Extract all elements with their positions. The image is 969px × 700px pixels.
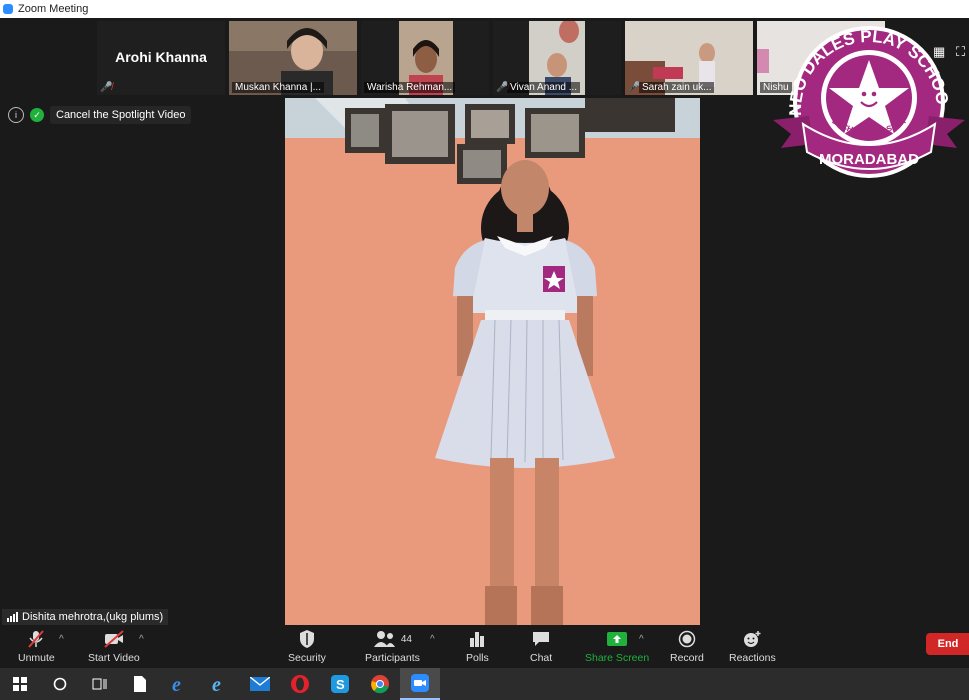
polls-label: Polls bbox=[466, 652, 489, 664]
unmute-button[interactable]: Unmute bbox=[18, 628, 55, 664]
participants-icon: 44 bbox=[373, 628, 412, 650]
participants-count: 44 bbox=[400, 633, 412, 645]
search-circle-icon[interactable] bbox=[40, 668, 80, 700]
speaker-video-frame bbox=[285, 98, 700, 625]
reactions-icon bbox=[742, 628, 762, 650]
windows-start-icon[interactable] bbox=[0, 668, 40, 700]
school-logo: NEO DALES PLAY SCHOOL EACH CHILD A STAR … bbox=[773, 24, 965, 178]
gallery-strip: Arohi Khanna 🎤̸ Muskan Khanna |... Waris… bbox=[97, 21, 885, 96]
participant-name: Arohi Khanna bbox=[115, 49, 207, 65]
muted-mic-icon bbox=[26, 628, 46, 650]
start-video-button[interactable]: Start Video bbox=[88, 628, 140, 664]
info-icon[interactable]: i bbox=[8, 107, 24, 123]
edge-legacy-icon[interactable]: e bbox=[160, 668, 200, 700]
chat-icon bbox=[531, 628, 551, 650]
windows-taskbar: e e S bbox=[0, 668, 969, 700]
audio-options-chevron-icon[interactable]: ^ bbox=[59, 634, 64, 645]
svg-text:e: e bbox=[172, 674, 181, 694]
reactions-button[interactable]: Reactions bbox=[729, 628, 776, 664]
end-meeting-button[interactable]: End bbox=[926, 633, 969, 655]
zoom-app-icon bbox=[3, 4, 13, 14]
chrome-icon[interactable] bbox=[360, 668, 400, 700]
shield-icon bbox=[298, 628, 316, 650]
participants-button[interactable]: 44 Participants bbox=[365, 628, 420, 664]
participant-tile[interactable]: Warisha Rehman... bbox=[361, 21, 489, 95]
unmute-label: Unmute bbox=[18, 652, 55, 664]
participant-tile[interactable]: Muskan Khanna |... bbox=[229, 21, 357, 95]
security-button[interactable]: Security bbox=[288, 628, 326, 664]
security-label: Security bbox=[288, 652, 326, 664]
record-button[interactable]: Record bbox=[670, 628, 704, 664]
share-screen-icon bbox=[606, 628, 628, 650]
opera-icon[interactable] bbox=[280, 668, 320, 700]
task-view-icon[interactable] bbox=[80, 668, 120, 700]
active-speaker-video bbox=[285, 98, 700, 625]
meeting-stage: Arohi Khanna 🎤̸ Muskan Khanna |... Waris… bbox=[0, 18, 969, 625]
cancel-spotlight-button[interactable]: Cancel the Spotlight Video bbox=[50, 106, 192, 124]
polls-button[interactable]: Polls bbox=[466, 628, 489, 664]
chat-button[interactable]: Chat bbox=[530, 628, 552, 664]
participant-label: Warisha Rehman... bbox=[364, 82, 456, 93]
active-speaker-name: Dishita mehrotra,(ukg plums) bbox=[22, 611, 164, 623]
skype-icon[interactable]: S bbox=[320, 668, 360, 700]
participant-tile[interactable]: Arohi Khanna 🎤̸ bbox=[97, 21, 225, 95]
window-titlebar: Zoom Meeting bbox=[0, 0, 969, 18]
reactions-label: Reactions bbox=[729, 652, 776, 664]
mail-icon[interactable] bbox=[240, 668, 280, 700]
active-speaker-label: Dishita mehrotra,(ukg plums) bbox=[2, 609, 169, 625]
participant-tile[interactable]: 🎤̸ Sarah zain uk... bbox=[625, 21, 753, 95]
video-off-icon bbox=[103, 628, 125, 650]
chat-label: Chat bbox=[530, 652, 553, 664]
participant-label: Vivan Anand ... bbox=[507, 82, 581, 93]
signal-strength-icon bbox=[7, 612, 18, 622]
logo-city: MORADABAD bbox=[819, 151, 919, 168]
start-video-label: Start Video bbox=[88, 652, 140, 664]
participant-tile[interactable]: 🎤̸ Vivan Anand ... bbox=[493, 21, 621, 95]
meeting-toolbar: Unmute ^ Start Video ^ Security 44 Parti… bbox=[0, 625, 969, 668]
participants-options-chevron-icon[interactable]: ^ bbox=[430, 634, 435, 645]
participants-label: Participants bbox=[365, 652, 420, 664]
edge-icon[interactable]: e bbox=[200, 668, 240, 700]
file-icon[interactable] bbox=[120, 668, 160, 700]
muted-mic-icon: 🎤̸ bbox=[100, 82, 113, 93]
polls-icon bbox=[468, 628, 486, 650]
video-options-chevron-icon[interactable]: ^ bbox=[139, 634, 144, 645]
window-title: Zoom Meeting bbox=[18, 3, 89, 15]
encryption-shield-icon[interactable]: ✓ bbox=[30, 108, 44, 122]
svg-text:S: S bbox=[336, 677, 345, 692]
participant-label: Muskan Khanna |... bbox=[232, 82, 324, 93]
share-options-chevron-icon[interactable]: ^ bbox=[639, 634, 644, 645]
share-screen-label: Share Screen bbox=[585, 652, 650, 664]
record-label: Record bbox=[670, 652, 704, 664]
record-icon bbox=[678, 628, 696, 650]
svg-text:e: e bbox=[212, 674, 221, 694]
zoom-icon[interactable] bbox=[400, 668, 440, 700]
participant-label: Sarah zain uk... bbox=[639, 82, 715, 93]
spotlight-bar: i ✓ Cancel the Spotlight Video bbox=[8, 106, 192, 124]
